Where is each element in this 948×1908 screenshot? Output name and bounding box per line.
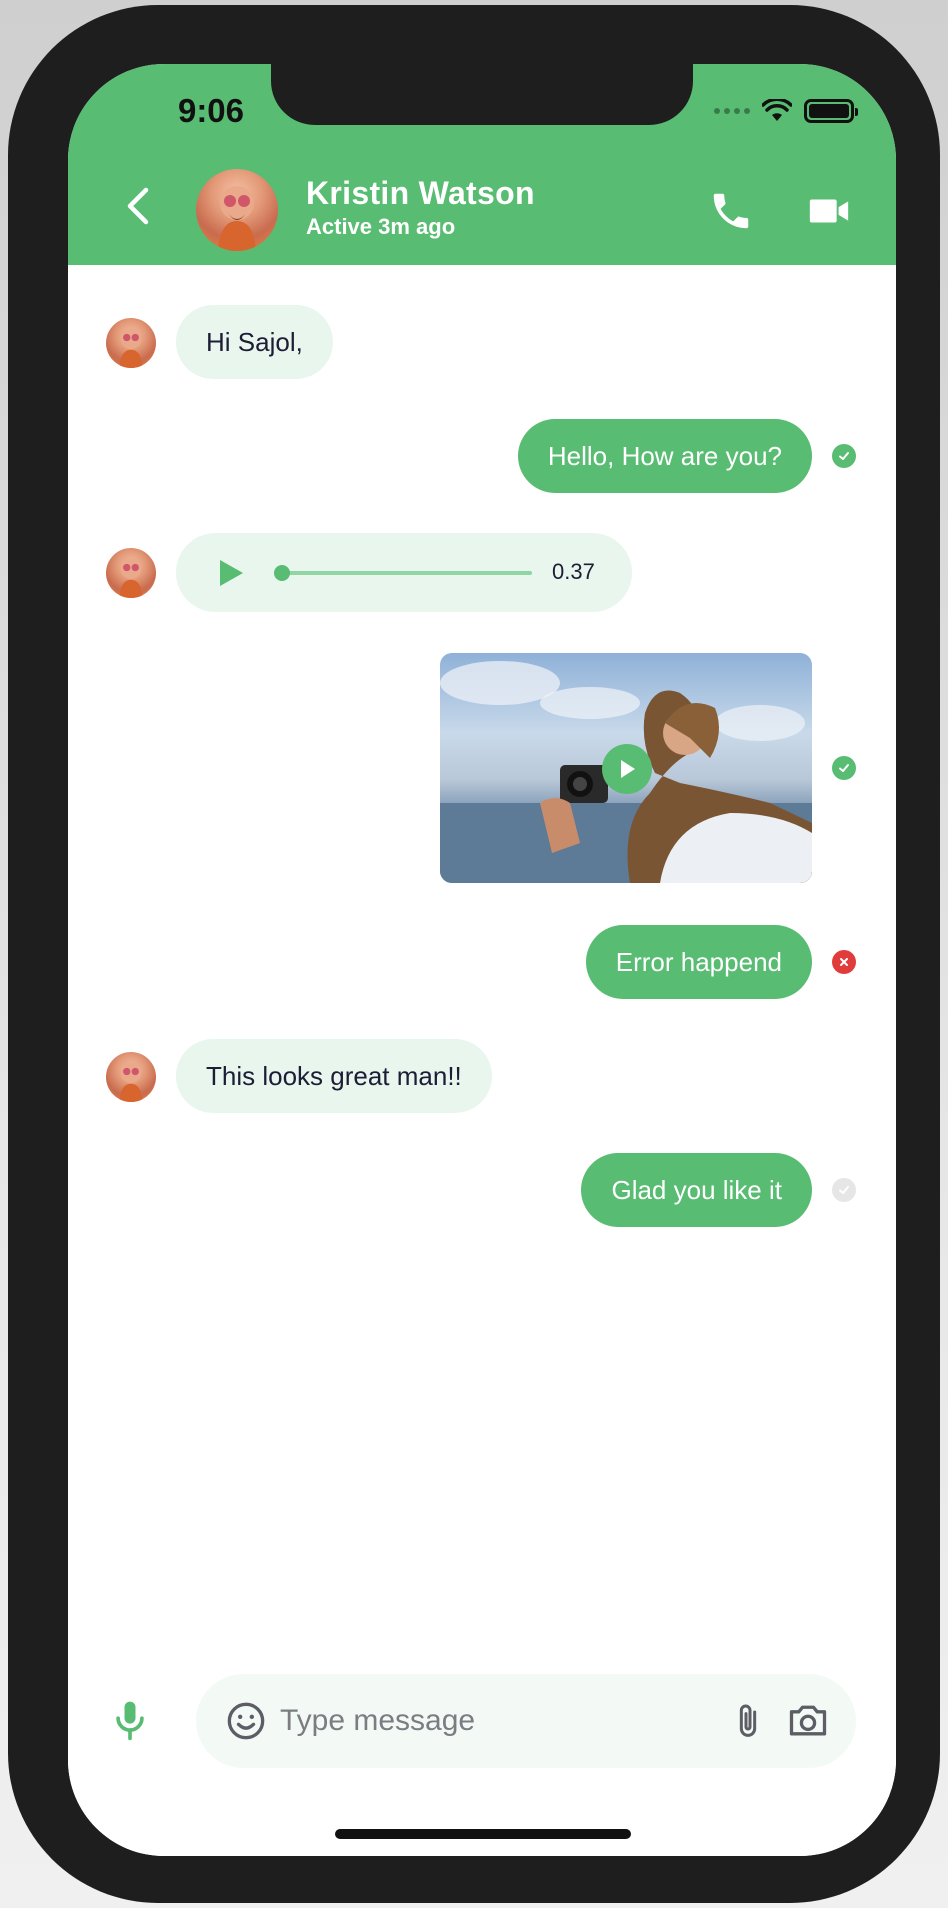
wifi-icon [762,99,792,121]
outgoing-message[interactable]: Error happend [585,925,812,999]
contact-status: Active 3m ago [306,214,456,239]
audio-message: 0.37 [176,533,632,612]
battery-icon [804,99,858,123]
message-input[interactable] [280,1696,700,1746]
message-text: Glad you like it [611,1174,782,1205]
back-arrow-icon[interactable] [118,184,162,228]
paperclip-icon[interactable] [728,1701,768,1743]
incoming-message[interactable]: This looks great man!! [176,1039,492,1113]
message-text: Error happend [615,946,782,977]
play-icon[interactable] [602,744,652,794]
chat-header: 9:06 Kristin Watson Active 3m ago [68,64,896,265]
read-check-icon [832,756,856,780]
microphone-icon[interactable] [108,1698,152,1742]
camera-icon[interactable] [786,1699,830,1743]
error-close-icon[interactable] [832,950,856,974]
home-indicator[interactable] [335,1829,631,1839]
video-message[interactable] [440,653,812,883]
outgoing-message[interactable]: Hello, How are you? [517,419,812,493]
contact-name: Kristin Watson [306,175,535,211]
message-text: Hi Sajol, [206,326,303,357]
phone-frame: 9:06 Kristin Watson Active 3m ago Hi Saj… [8,5,940,1903]
notch [271,64,693,125]
status-time: 9:06 [177,92,245,129]
video-camera-icon[interactable] [806,188,852,234]
message-text: This looks great man!! [206,1060,462,1091]
phone-icon[interactable] [708,188,754,234]
incoming-message[interactable]: Hi Sajol, [176,305,333,379]
status-indicators [714,96,858,126]
sender-avatar[interactable] [106,318,156,368]
audio-progress-knob[interactable] [274,565,290,581]
read-check-icon [832,444,856,468]
outgoing-message[interactable]: Glad you like it [581,1153,812,1227]
smiley-icon[interactable] [226,1701,266,1741]
audio-duration: 0.37 [552,559,595,584]
sender-avatar[interactable] [106,1052,156,1102]
sender-avatar[interactable] [106,548,156,598]
contact-avatar[interactable] [196,169,278,251]
signal-icon [714,108,750,114]
chat-screen: 9:06 Kristin Watson Active 3m ago Hi Saj… [68,64,896,1856]
message-text: Hello, How are you? [547,440,782,471]
audio-progress-track[interactable] [280,571,532,575]
pending-check-icon [832,1178,856,1202]
message-input-container [196,1674,856,1768]
play-icon[interactable] [216,557,246,589]
